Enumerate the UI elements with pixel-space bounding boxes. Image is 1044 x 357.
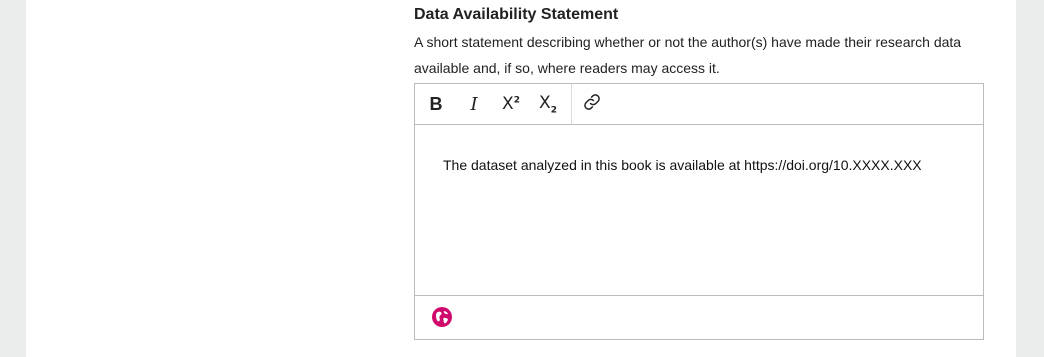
subscript-button[interactable]: X2 [535,84,561,124]
field-label: Data Availability Statement [414,6,619,23]
bold-icon: B [429,93,443,114]
italic-icon: I [470,93,478,115]
editor-content-area[interactable]: The dataset analyzed in this book is ava… [415,125,983,296]
editor-toolbar: B I X2 X2 [415,84,983,125]
superscript-icon: X2 [502,94,520,114]
field-description: A short statement describing whether or … [414,34,962,76]
globe-icon[interactable] [431,306,453,328]
editor-content-text: The dataset analyzed in this book is ava… [443,157,922,173]
bold-button[interactable]: B [423,84,449,124]
editor-footer [415,296,983,339]
link-button[interactable] [579,84,605,124]
toolbar-divider [571,84,572,124]
form-panel: Data Availability Statement A short stat… [26,0,1016,357]
subscript-icon: X2 [539,92,557,116]
link-icon [583,93,601,116]
superscript-button[interactable]: X2 [498,84,524,124]
rich-text-editor: B I X2 X2 The dataset analyzed in this b… [414,83,984,340]
italic-button[interactable]: I [461,84,487,124]
